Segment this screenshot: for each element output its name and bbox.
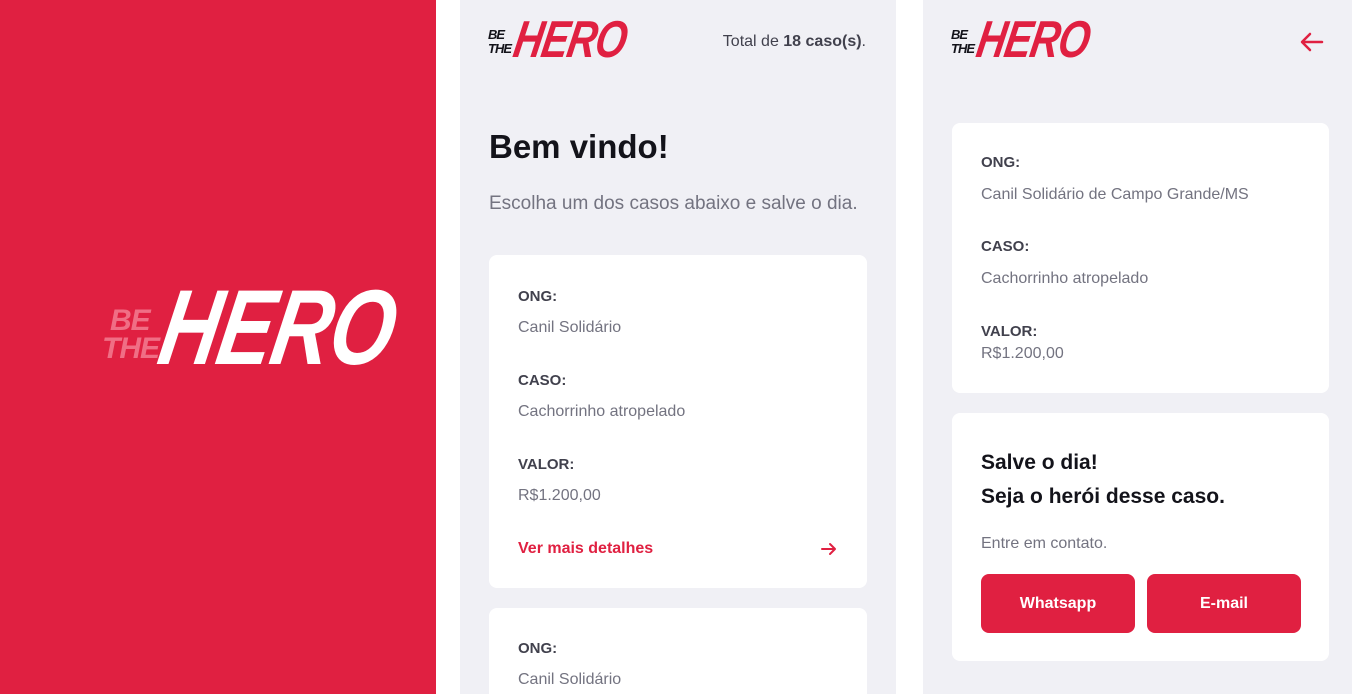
case-card: ONG: Canil Solidário CASO: Cachorrinho a… [489, 255, 867, 588]
case-info-card: ONG: Canil Solidário de Campo Grande/MS … [952, 123, 1329, 393]
see-more-details-link[interactable]: Ver mais detalhes [518, 540, 838, 560]
ong-label: ONG: [518, 288, 558, 305]
ong-label: ONG: [518, 640, 558, 657]
cases-list-screen: BE THE HERO Total de 18 caso(s). Bem vin… [460, 0, 896, 694]
valor-label: VALOR: [518, 456, 575, 473]
contact-heading-line1: Salve o dia! [981, 451, 1098, 474]
whatsapp-button[interactable]: Whatsapp [981, 574, 1135, 633]
contact-card: Salve o dia! Seja o herói desse caso. En… [952, 413, 1329, 661]
be-the-hero-logo: BE THE HERO [488, 11, 632, 69]
email-button[interactable]: E-mail [1147, 574, 1301, 633]
arrow-left-icon[interactable] [1298, 28, 1326, 56]
ong-label: ONG: [981, 154, 1021, 171]
be-the-hero-logo: BE THE HERO [102, 268, 405, 388]
page-title: Bem vindo! [489, 128, 669, 165]
arrow-right-icon [821, 543, 836, 555]
be-the-hero-logo: BE THE HERO [951, 11, 1095, 69]
valor-value: R$1.200,00 [981, 345, 1064, 362]
splash-screen: BE THE HERO [0, 0, 436, 694]
caso-label: CASO: [518, 372, 567, 389]
total-cases: Total de 18 caso(s). [722, 33, 866, 50]
ong-value: Canil Solidário [518, 319, 622, 336]
caso-label: CASO: [981, 238, 1030, 255]
case-card: ONG: Canil Solidário [489, 608, 867, 694]
case-detail-screen: BE THE HERO ONG: Canil Solidário de Camp… [923, 0, 1352, 694]
valor-value: R$1.200,00 [518, 487, 601, 504]
contact-heading-line2: Seja o herói desse caso. [981, 485, 1225, 508]
caso-value: Cachorrinho atropelado [981, 270, 1149, 287]
ong-value: Canil Solidário de Campo Grande/MS [981, 186, 1249, 203]
contact-text: Entre em contato. [981, 535, 1108, 552]
ong-value: Canil Solidário [518, 671, 622, 688]
valor-label: VALOR: [981, 323, 1038, 340]
page-subtitle: Escolha um dos casos abaixo e salve o di… [489, 193, 858, 214]
caso-value: Cachorrinho atropelado [518, 403, 686, 420]
